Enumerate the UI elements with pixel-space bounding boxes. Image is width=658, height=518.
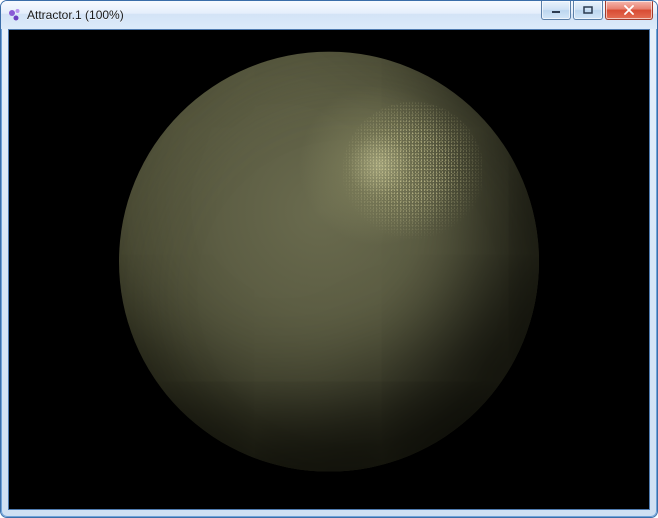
client-area	[8, 29, 650, 510]
app-icon	[7, 7, 23, 23]
maximize-icon	[583, 6, 593, 14]
window-frame: Attractor.1 (100%)	[1, 1, 657, 517]
titlebar[interactable]: Attractor.1 (100%)	[1, 1, 657, 29]
window-title: Attractor.1 (100%)	[27, 8, 124, 22]
minimize-button[interactable]	[541, 1, 571, 20]
window-controls	[541, 1, 653, 20]
rendered-sphere	[119, 51, 539, 471]
maximize-button[interactable]	[573, 1, 603, 20]
close-icon	[623, 5, 635, 15]
render-viewport[interactable]	[9, 30, 649, 509]
minimize-icon	[551, 6, 561, 14]
close-button[interactable]	[605, 1, 653, 20]
